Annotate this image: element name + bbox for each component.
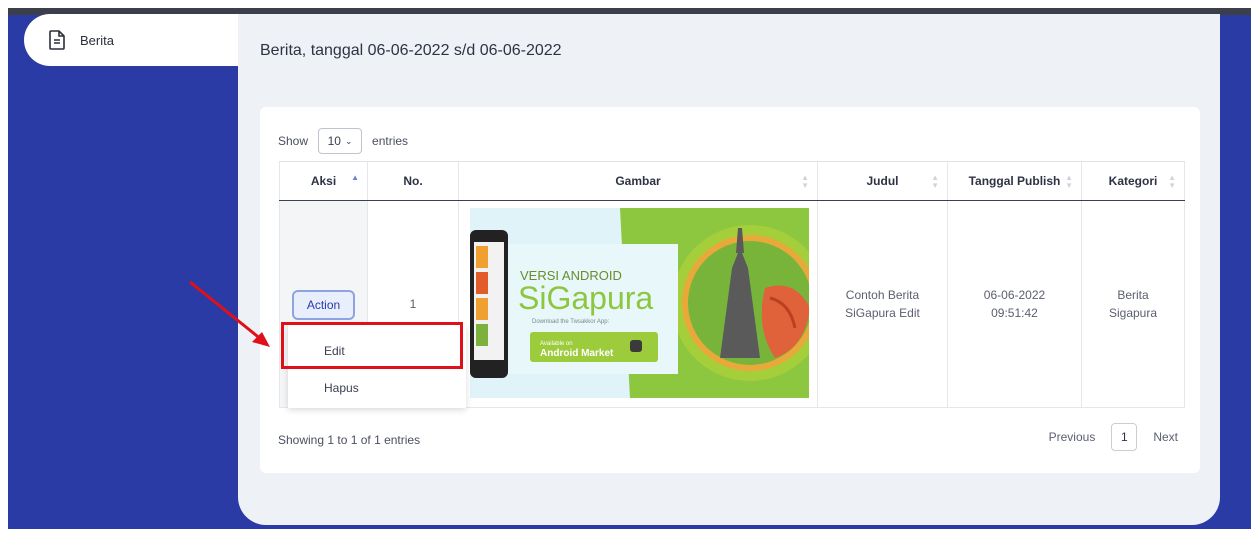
tanggal-line: 06-06-2022 xyxy=(983,288,1046,302)
banner-available: Available on xyxy=(540,341,573,347)
judul-line: Contoh Berita xyxy=(845,288,920,302)
previous-button[interactable]: Previous xyxy=(1049,430,1096,444)
menu-item-hapus[interactable]: Hapus xyxy=(324,381,359,395)
news-thumbnail: VERSI ANDROID SiGapura Download the Twsa… xyxy=(470,208,809,398)
cell-kategori: Berita Sigapura xyxy=(1082,201,1185,407)
tanggal-line: 09:51:42 xyxy=(991,306,1038,320)
page-1-button[interactable]: 1 xyxy=(1111,423,1138,451)
highlight-box xyxy=(281,322,463,369)
document-icon xyxy=(48,30,66,50)
header-label: Gambar xyxy=(615,174,661,188)
kategori-line: Sigapura xyxy=(1108,306,1158,320)
table-header: Aksi ▲ No. Gambar ▲ ▼ Judul ▲ ▼ Tanggal Pu… xyxy=(279,161,1185,201)
sort-icon: ▲ ▼ xyxy=(1065,173,1073,190)
page-size-select[interactable]: 10 ⌄ xyxy=(318,128,363,154)
action-button[interactable]: Action xyxy=(292,290,355,320)
judul-line: SiGapura Edit xyxy=(845,306,920,320)
banner-brand: SiGapura xyxy=(518,280,653,316)
header-label: Tanggal Publish xyxy=(968,174,1061,188)
sort-icon: ▲ ▼ xyxy=(1168,173,1176,190)
header-label: Judul xyxy=(866,174,899,188)
banner-download: Download the Twsakkor App: xyxy=(532,319,610,325)
header-aksi[interactable]: Aksi ▲ xyxy=(279,162,368,200)
pagination: Previous 1 Next xyxy=(1049,423,1178,451)
sort-asc-icon: ▲ xyxy=(351,173,359,182)
sidebar-item-label: Berita xyxy=(80,32,114,48)
cell-tanggal: 06-06-2022 09:51:42 xyxy=(948,201,1082,407)
page-size-value: 10 xyxy=(327,134,341,148)
header-label: Kategori xyxy=(1108,174,1158,188)
sort-icon: ▲ ▼ xyxy=(931,173,939,190)
header-judul[interactable]: Judul ▲ ▼ xyxy=(818,162,948,200)
banner-market: Android Market xyxy=(540,348,614,359)
header-no[interactable]: No. xyxy=(368,162,459,200)
header-label: No. xyxy=(403,174,423,188)
show-entries: Show 10 ⌄ entries xyxy=(278,128,408,154)
entries-label: entries xyxy=(372,134,409,148)
page-title: Berita, tanggal 06-06-2022 s/d 06-06-202… xyxy=(260,42,562,59)
header-kategori[interactable]: Kategori ▲ ▼ xyxy=(1082,162,1185,200)
chevron-down-icon: ⌄ xyxy=(344,135,353,146)
sidebar-item-berita[interactable]: Berita xyxy=(24,14,274,66)
sort-icon: ▲ ▼ xyxy=(801,173,809,190)
header-tanggal-publish[interactable]: Tanggal Publish ▲ ▼ xyxy=(948,162,1082,200)
next-button[interactable]: Next xyxy=(1153,430,1178,444)
header-label: Aksi xyxy=(310,174,337,188)
show-label: Show xyxy=(278,134,309,148)
cell-judul: Contoh Berita SiGapura Edit xyxy=(818,201,948,407)
entries-info: Showing 1 to 1 of 1 entries xyxy=(278,433,421,447)
kategori-line: Berita xyxy=(1117,288,1149,302)
header-gambar[interactable]: Gambar ▲ ▼ xyxy=(459,162,818,200)
